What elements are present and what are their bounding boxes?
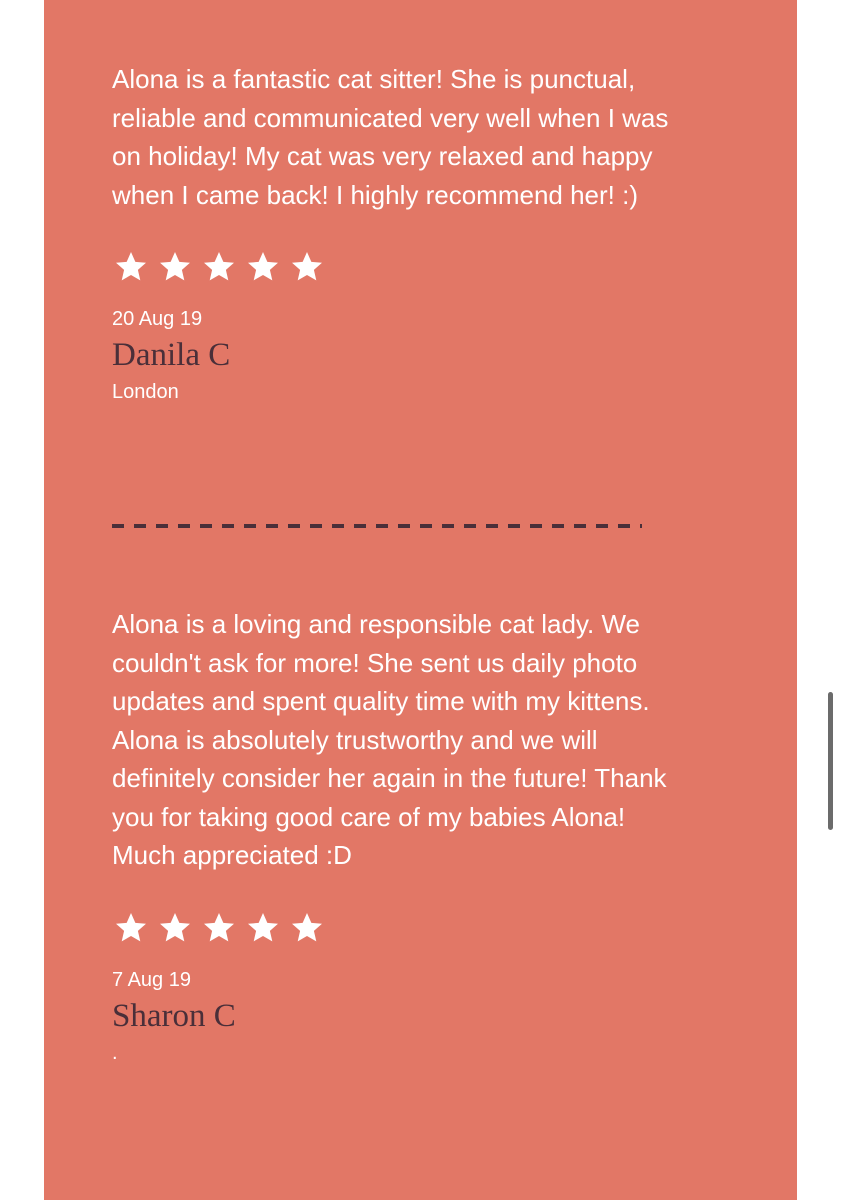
star-icon bbox=[112, 249, 150, 285]
reviewer-location: London bbox=[112, 381, 179, 403]
reviewer-name: Danila C bbox=[112, 337, 231, 373]
review-date: 7 Aug 19 bbox=[112, 968, 191, 991]
star-icon bbox=[156, 249, 194, 285]
star-icon bbox=[244, 249, 282, 285]
star-icon bbox=[288, 910, 326, 946]
reviewer-location: . bbox=[112, 1041, 118, 1064]
review-text: Alona is a loving and responsible cat la… bbox=[112, 609, 667, 870]
reviewer-name: Sharon C bbox=[112, 997, 236, 1034]
star-icon bbox=[200, 249, 238, 285]
star-icon bbox=[156, 910, 194, 946]
star-icon bbox=[200, 910, 238, 946]
star-icon bbox=[288, 249, 326, 285]
page: Alona is a fantastic cat sitter! She is … bbox=[0, 0, 841, 1200]
review-date: 20 Aug 19 bbox=[112, 308, 203, 330]
star-icon bbox=[112, 910, 150, 946]
scrollbar[interactable] bbox=[828, 692, 833, 830]
star-rating bbox=[112, 910, 672, 946]
review-card: Alona is a loving and responsible cat la… bbox=[112, 605, 672, 1066]
review-card: Alona is a fantastic cat sitter! She is … bbox=[112, 60, 672, 405]
star-rating bbox=[112, 249, 672, 285]
review-text: Alona is a fantastic cat sitter! She is … bbox=[112, 64, 669, 210]
review-divider bbox=[112, 524, 642, 528]
star-icon bbox=[244, 910, 282, 946]
